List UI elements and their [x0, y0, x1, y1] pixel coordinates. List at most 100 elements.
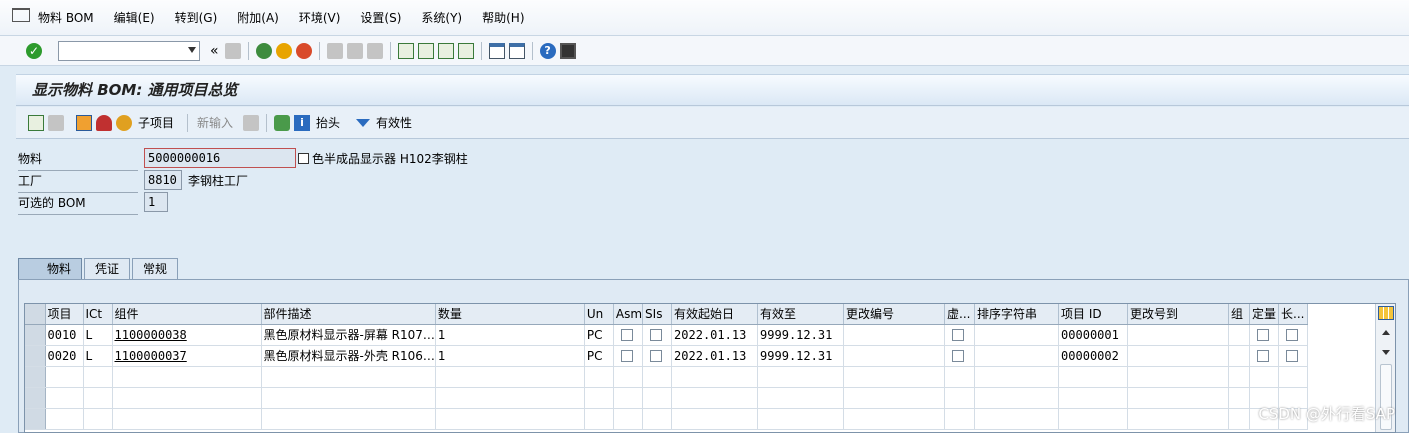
create-session-icon[interactable]	[488, 42, 505, 59]
empty-cell[interactable]	[1228, 387, 1251, 409]
empty-table-row[interactable]	[25, 366, 1309, 388]
header-button[interactable]: 抬头	[316, 114, 340, 131]
layout-menu-icon[interactable]	[559, 42, 576, 59]
select-all-cell[interactable]	[25, 304, 46, 325]
col-item-category[interactable]: ICt	[83, 304, 113, 325]
empty-cell[interactable]	[642, 408, 673, 430]
empty-cell[interactable]	[944, 366, 976, 388]
tab-material[interactable]: 物料	[18, 258, 83, 280]
col-long[interactable]: 长...	[1278, 304, 1309, 325]
empty-cell[interactable]	[435, 387, 585, 409]
alternative-bom-field[interactable]: 1	[144, 192, 168, 212]
scroll-up-icon[interactable]	[1382, 330, 1390, 335]
empty-cell[interactable]	[1249, 366, 1280, 388]
col-item[interactable]: 项目	[45, 304, 84, 325]
tab-document[interactable]: 凭证	[84, 258, 131, 280]
exit-icon[interactable]	[275, 42, 292, 59]
tab-general[interactable]: 常规	[132, 258, 179, 280]
menu-environment[interactable]: 环境(V)	[299, 9, 341, 26]
row-selector[interactable]	[25, 387, 46, 409]
chevron-down-icon[interactable]	[188, 46, 196, 53]
empty-cell[interactable]	[584, 408, 614, 430]
empty-cell[interactable]	[1058, 366, 1129, 388]
first-page-icon[interactable]	[397, 42, 414, 59]
subitem-icon[interactable]	[116, 114, 132, 131]
empty-cell[interactable]	[671, 408, 759, 430]
menu-edit[interactable]: 编辑(E)	[114, 9, 155, 26]
filter-icon[interactable]	[356, 118, 371, 127]
long-checkbox[interactable]	[1286, 329, 1299, 341]
column-config-icon[interactable]	[1378, 306, 1394, 320]
empty-cell[interactable]	[83, 408, 113, 430]
subitems-checkbox[interactable]	[650, 329, 663, 341]
empty-cell[interactable]	[584, 366, 614, 388]
menu-bom[interactable]: 物料 BOM	[38, 9, 94, 26]
col-phantom[interactable]: 虚...	[944, 304, 976, 325]
menu-system[interactable]: 系统(Y)	[421, 9, 462, 26]
col-group[interactable]: 组	[1228, 304, 1251, 325]
phantom-checkbox[interactable]	[952, 350, 965, 362]
last-page-icon[interactable]	[457, 42, 474, 59]
copy-icon[interactable]	[298, 153, 309, 164]
empty-cell[interactable]	[642, 387, 673, 409]
help-icon[interactable]: ?	[539, 42, 556, 59]
empty-cell[interactable]	[974, 408, 1060, 430]
col-component[interactable]: 组件	[112, 304, 262, 325]
menu-goto[interactable]: 转到(G)	[175, 9, 218, 26]
col-valid-from[interactable]: 有效起始日	[671, 304, 759, 325]
empty-cell[interactable]	[974, 366, 1060, 388]
empty-cell[interactable]	[435, 408, 585, 430]
col-subitems[interactable]: SIs	[642, 304, 673, 325]
subitems-checkbox[interactable]	[650, 350, 663, 362]
empty-cell[interactable]	[112, 366, 262, 388]
back-icon[interactable]	[255, 42, 272, 59]
subitem-button[interactable]: 子项目	[138, 114, 174, 131]
col-item-id[interactable]: 项目 ID	[1058, 304, 1129, 325]
col-assembly[interactable]: Asm	[613, 304, 644, 325]
empty-cell[interactable]	[584, 387, 614, 409]
empty-cell[interactable]	[671, 387, 759, 409]
previous-page-icon[interactable]	[417, 42, 434, 59]
enter-check-icon[interactable]: ✓	[26, 42, 42, 59]
empty-cell[interactable]	[1058, 387, 1129, 409]
long-checkbox[interactable]	[1286, 350, 1299, 362]
validity-button[interactable]: 有效性	[376, 114, 412, 131]
empty-cell[interactable]	[613, 408, 644, 430]
phantom-checkbox[interactable]	[952, 329, 965, 341]
empty-cell[interactable]	[671, 366, 759, 388]
empty-cell[interactable]	[843, 387, 946, 409]
empty-cell[interactable]	[843, 408, 946, 430]
row-selector[interactable]	[25, 366, 46, 388]
col-description[interactable]: 部件描述	[261, 304, 436, 325]
component-link[interactable]: 1100000037	[112, 345, 262, 367]
empty-cell[interactable]	[944, 387, 976, 409]
table-row[interactable]: 0020 L 1100000037 黑色原材料显示器-外壳 R106… 1 PC…	[25, 345, 1309, 367]
material-field[interactable]: 5000000016	[144, 148, 296, 168]
fixed-qty-checkbox[interactable]	[1257, 350, 1270, 362]
empty-cell[interactable]	[642, 366, 673, 388]
col-fixed-qty[interactable]: 定量	[1249, 304, 1280, 325]
empty-cell[interactable]	[45, 366, 84, 388]
plant-field[interactable]: 8810	[144, 170, 182, 190]
empty-cell[interactable]	[1127, 387, 1230, 409]
empty-cell[interactable]	[1228, 408, 1251, 430]
empty-cell[interactable]	[1228, 366, 1251, 388]
next-page-icon[interactable]	[437, 42, 454, 59]
row-selector[interactable]	[25, 345, 46, 367]
empty-cell[interactable]	[613, 366, 644, 388]
empty-table-row[interactable]	[25, 387, 1309, 409]
empty-cell[interactable]	[112, 408, 262, 430]
empty-cell[interactable]	[261, 387, 436, 409]
col-change-number[interactable]: 更改编号	[843, 304, 946, 325]
cancel-icon[interactable]	[295, 42, 312, 59]
col-valid-to[interactable]: 有效至	[757, 304, 845, 325]
empty-cell[interactable]	[1127, 366, 1230, 388]
row-selector[interactable]	[25, 408, 46, 430]
collapse-icon[interactable]: «	[210, 43, 219, 59]
menu-settings[interactable]: 设置(S)	[360, 9, 401, 26]
empty-cell[interactable]	[1127, 408, 1230, 430]
col-quantity[interactable]: 数量	[435, 304, 585, 325]
empty-cell[interactable]	[261, 408, 436, 430]
table-row[interactable]: 0010 L 1100000038 黑色原材料显示器-屏幕 R107… 1 PC…	[25, 324, 1309, 346]
menu-help[interactable]: 帮助(H)	[482, 9, 524, 26]
